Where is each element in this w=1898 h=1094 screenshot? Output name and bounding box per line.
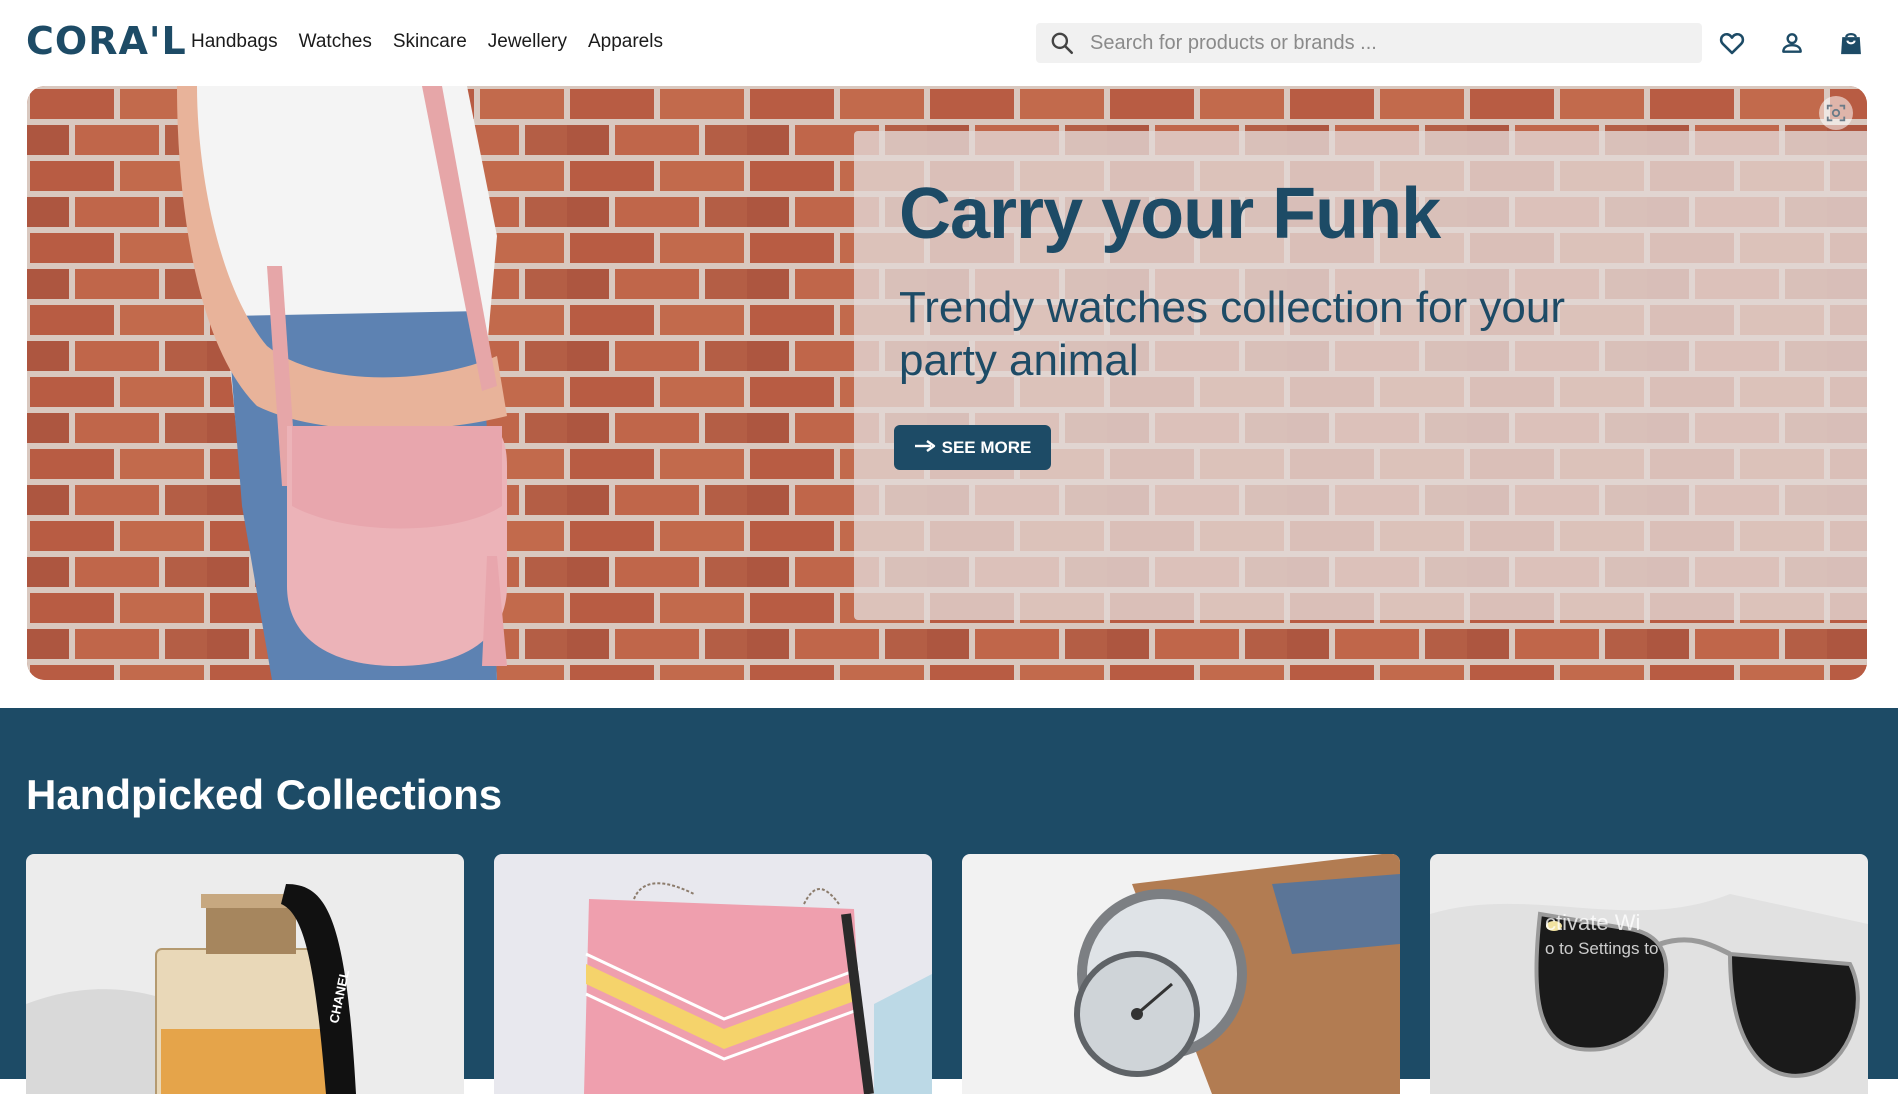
watermark-line-1: ctivate Wi	[1545, 910, 1641, 935]
hero-banner: Carry your Funk Trendy watches collectio…	[27, 86, 1867, 680]
nav-item-watches[interactable]: Watches	[299, 30, 372, 54]
nav-item-apparels[interactable]: Apparels	[588, 30, 663, 54]
search-input[interactable]	[1090, 31, 1670, 55]
nav-item-jewellery[interactable]: Jewellery	[488, 30, 567, 54]
perfume-image: CHANEL	[26, 854, 464, 1094]
user-icon[interactable]	[1776, 27, 1808, 59]
watch-image	[962, 854, 1400, 1094]
hero-text-panel: Carry your Funk Trendy watches collectio…	[854, 131, 1867, 620]
screenshot-icon[interactable]	[1819, 96, 1853, 130]
see-more-label: SEE MORE	[941, 437, 1032, 457]
arrow-right-icon	[914, 438, 936, 458]
search-icon[interactable]	[1048, 29, 1076, 57]
collection-card-perfume[interactable]: CHANEL	[26, 854, 464, 1094]
collection-card-watch[interactable]	[962, 854, 1400, 1094]
collections-title: Handpicked Collections	[26, 771, 503, 818]
sunglasses-image	[1430, 854, 1868, 1094]
nav-item-handbags[interactable]: Handbags	[191, 30, 278, 54]
collection-card-pink-bag[interactable]	[494, 854, 932, 1094]
watermark-line-2: o to Settings to	[1545, 939, 1659, 958]
hero-subtitle: Trendy watches collection for your party…	[899, 283, 1565, 385]
site-header: CORA'L Handbags Watches Skincare Jewelle…	[0, 0, 1898, 84]
bag-icon[interactable]	[1835, 27, 1867, 59]
main-nav: Handbags Watches Skincare Jewellery Appa…	[191, 30, 663, 54]
heart-icon[interactable]	[1716, 27, 1748, 59]
nav-item-skincare[interactable]: Skincare	[393, 30, 467, 54]
hero-title: Carry your Funk	[899, 174, 1441, 254]
pink-bag-image	[494, 854, 932, 1094]
search-bar	[1036, 23, 1702, 63]
brand-logo[interactable]: CORA'L	[26, 18, 187, 64]
collection-card-sunglasses[interactable]	[1430, 854, 1868, 1094]
handpicked-collections-section: Handpicked Collections CHANEL	[0, 708, 1898, 1094]
activation-watermark: ctivate Wi o to Settings to	[1545, 910, 1658, 960]
see-more-button[interactable]: SEE MORE	[894, 425, 1051, 470]
